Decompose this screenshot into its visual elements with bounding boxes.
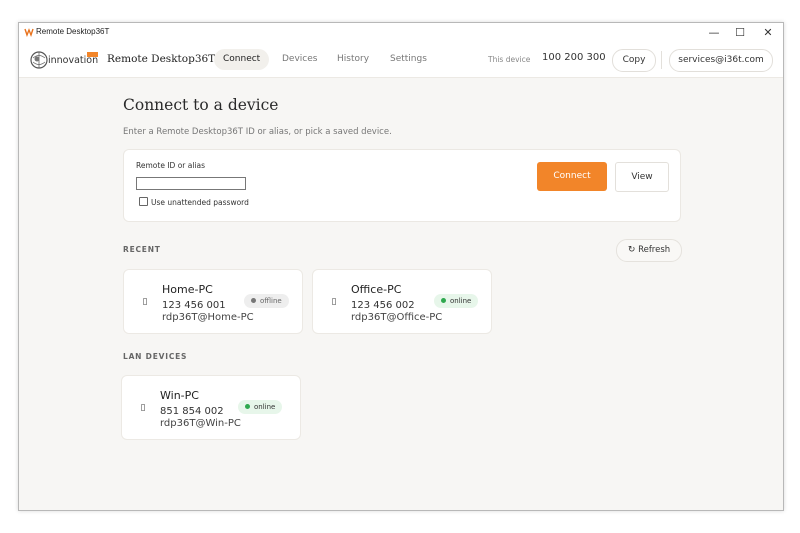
top-navbar: innovation Remote Desktop36T Connect Dev… bbox=[19, 43, 783, 78]
tab-devices[interactable]: Devices bbox=[273, 49, 326, 70]
nav-divider bbox=[661, 51, 662, 69]
monitor-icon: ▯ bbox=[331, 297, 337, 307]
connect-card: Remote ID or alias Use unattended passwo… bbox=[123, 149, 681, 222]
status-badge: online bbox=[434, 294, 479, 308]
app-name: Remote Desktop36T bbox=[107, 53, 216, 65]
status-text: offline bbox=[260, 297, 282, 305]
refresh-label: Refresh bbox=[638, 245, 671, 255]
tab-connect[interactable]: Connect bbox=[214, 49, 270, 70]
page-title: Connect to a device bbox=[123, 96, 279, 114]
account-button[interactable]: services@i36t.com bbox=[669, 49, 773, 72]
app-window: Remote Desktop36T — ☐ ✕ innovation Remot… bbox=[18, 22, 784, 511]
device-id: 851 854 002 bbox=[160, 406, 224, 417]
this-device-label: This device bbox=[488, 55, 531, 64]
remote-id-label: Remote ID or alias bbox=[136, 161, 206, 170]
recent-section-label: RECENT bbox=[123, 245, 161, 254]
tab-history[interactable]: History bbox=[328, 49, 378, 70]
title-bar: Remote Desktop36T — ☐ ✕ bbox=[19, 23, 783, 43]
monitor-icon: ▯ bbox=[140, 403, 146, 413]
monitor-icon: ▯ bbox=[142, 297, 148, 307]
connect-button[interactable]: Connect bbox=[537, 162, 607, 191]
unattended-password-label[interactable]: Use unattended password bbox=[151, 198, 249, 207]
maximize-button[interactable]: ☐ bbox=[726, 24, 754, 42]
device-name: Win-PC bbox=[160, 389, 199, 402]
innovation-logo: innovation bbox=[29, 50, 101, 70]
device-user: rdp36T@Home-PC bbox=[162, 312, 254, 323]
minimize-button[interactable]: — bbox=[700, 24, 728, 42]
status-badge: online bbox=[238, 400, 283, 414]
status-dot-icon bbox=[251, 297, 256, 303]
device-card-office-pc[interactable]: ▯ Office-PC 123 456 002 rdp36T@Office-PC… bbox=[312, 269, 492, 334]
this-device-id: 100 200 300 bbox=[542, 52, 606, 63]
device-id: 123 456 002 bbox=[351, 300, 415, 311]
status-text: online bbox=[254, 403, 276, 411]
status-text: online bbox=[450, 297, 472, 305]
logo-text: innovation bbox=[48, 55, 99, 66]
device-card-home-pc[interactable]: ▯ Home-PC 123 456 001 rdp36T@Home-PC off… bbox=[123, 269, 303, 334]
status-badge: offline bbox=[244, 294, 289, 308]
remote-id-input[interactable] bbox=[136, 177, 246, 190]
status-dot-icon bbox=[245, 403, 250, 409]
window-title: Remote Desktop36T bbox=[36, 27, 110, 36]
device-id: 123 456 001 bbox=[162, 300, 226, 311]
status-dot-icon bbox=[441, 297, 446, 303]
device-name: Office-PC bbox=[351, 283, 402, 296]
unattended-password-checkbox[interactable] bbox=[139, 197, 148, 206]
app-logo-icon bbox=[24, 28, 34, 37]
refresh-icon: ↻ bbox=[627, 245, 636, 255]
device-name: Home-PC bbox=[162, 283, 213, 296]
refresh-button[interactable]: ↻ Refresh bbox=[616, 239, 682, 262]
device-card-win-pc[interactable]: ▯ Win-PC 851 854 002 rdp36T@Win-PC onlin… bbox=[121, 375, 301, 440]
page-subtitle: Enter a Remote Desktop36T ID or alias, o… bbox=[123, 127, 392, 137]
device-user: rdp36T@Office-PC bbox=[351, 312, 443, 323]
lan-section-label: LAN DEVICES bbox=[123, 352, 188, 361]
device-user: rdp36T@Win-PC bbox=[160, 418, 241, 429]
view-button[interactable]: View bbox=[615, 162, 669, 192]
close-button[interactable]: ✕ bbox=[754, 24, 782, 42]
tab-settings[interactable]: Settings bbox=[381, 49, 436, 70]
copy-id-button[interactable]: Copy bbox=[612, 49, 656, 72]
